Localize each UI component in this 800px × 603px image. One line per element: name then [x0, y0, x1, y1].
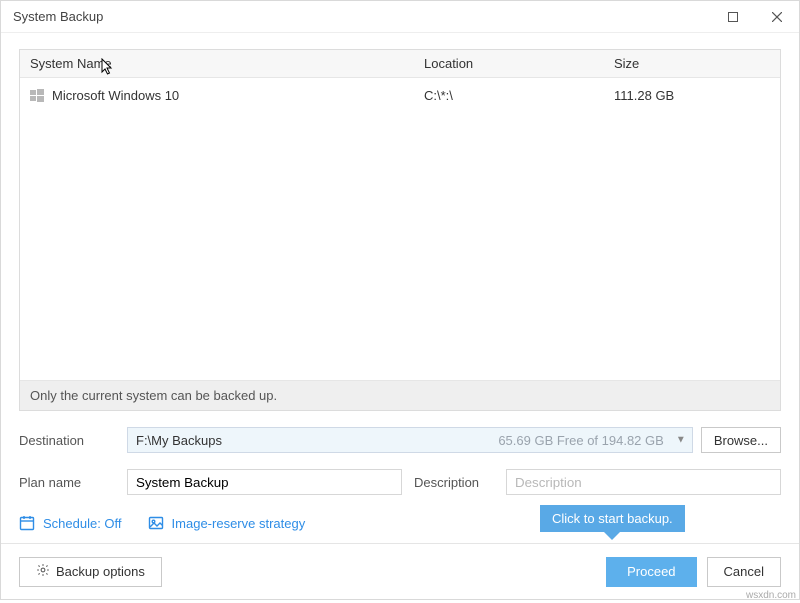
column-header-size[interactable]: Size: [604, 50, 780, 77]
calendar-icon: [19, 515, 35, 531]
plan-name-label: Plan name: [19, 475, 115, 490]
maximize-button[interactable]: [711, 1, 755, 33]
plan-name-input[interactable]: [127, 469, 402, 495]
close-icon: [772, 12, 782, 22]
proceed-button[interactable]: Proceed: [606, 557, 696, 587]
destination-free-space: 65.69 GB Free of 194.82 GB: [498, 433, 664, 448]
image-reserve-link-label: Image-reserve strategy: [172, 516, 306, 531]
destination-dropdown[interactable]: F:\My Backups 65.69 GB Free of 194.82 GB…: [127, 427, 693, 453]
table-row[interactable]: Microsoft Windows 10 C:\*:\ 111.28 GB: [20, 78, 780, 113]
schedule-link-label: Schedule: Off: [43, 516, 122, 531]
window-title: System Backup: [13, 9, 711, 24]
titlebar: System Backup: [1, 1, 799, 33]
table-body: Microsoft Windows 10 C:\*:\ 111.28 GB: [20, 78, 780, 380]
gear-icon: [36, 563, 50, 580]
destination-label: Destination: [19, 433, 115, 448]
proceed-tooltip: Click to start backup.: [540, 505, 685, 532]
backup-options-label: Backup options: [56, 564, 145, 579]
close-button[interactable]: [755, 1, 799, 33]
destination-value: F:\My Backups: [136, 433, 222, 448]
image-icon: [148, 515, 164, 531]
description-label: Description: [414, 475, 494, 490]
table-header-row: System Name Location Size: [20, 50, 780, 78]
system-table: System Name Location Size Microsoft Wind…: [19, 49, 781, 411]
browse-button[interactable]: Browse...: [701, 427, 781, 453]
content-area: System Name Location Size Microsoft Wind…: [1, 33, 799, 543]
windows-icon: [30, 89, 44, 103]
description-input[interactable]: [506, 469, 781, 495]
column-header-name[interactable]: System Name: [20, 50, 414, 77]
destination-row: Destination F:\My Backups 65.69 GB Free …: [19, 427, 781, 453]
table-note: Only the current system can be backed up…: [20, 380, 780, 410]
plan-description-row: Plan name Description: [19, 469, 781, 495]
row-size: 111.28 GB: [604, 82, 780, 109]
cancel-button[interactable]: Cancel: [707, 557, 781, 587]
row-name: Microsoft Windows 10: [52, 88, 179, 103]
image-reserve-link[interactable]: Image-reserve strategy: [148, 515, 306, 531]
chevron-down-icon: ▼: [676, 435, 686, 446]
maximize-icon: [728, 12, 738, 22]
footer: Backup options Proceed Cancel: [1, 543, 799, 599]
schedule-link[interactable]: Schedule: Off: [19, 515, 122, 531]
column-header-location[interactable]: Location: [414, 50, 604, 77]
backup-options-button[interactable]: Backup options: [19, 557, 162, 587]
row-location: C:\*:\: [414, 82, 604, 109]
watermark: wsxdn.com: [746, 590, 796, 601]
